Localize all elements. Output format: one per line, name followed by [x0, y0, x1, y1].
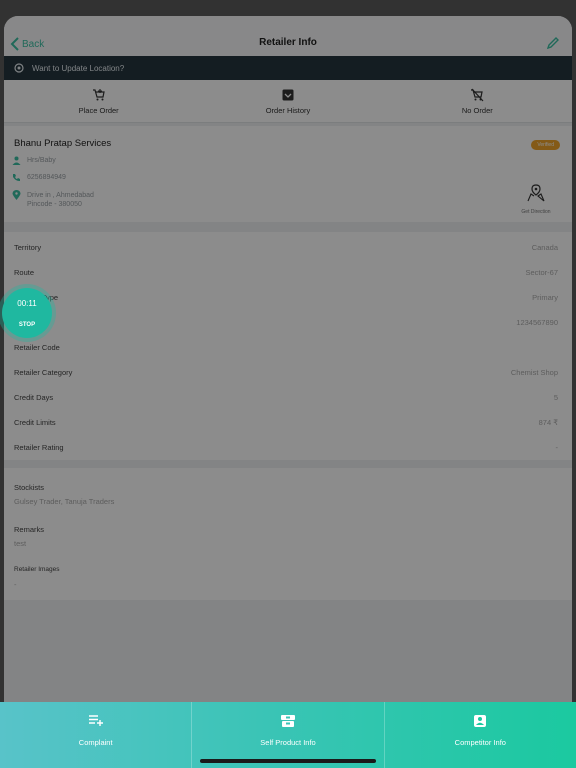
detail-row: Retailer Code [4, 335, 572, 360]
detail-value: Primary [532, 293, 558, 302]
detail-key: Territory [14, 243, 42, 252]
no-order-button[interactable]: No Order [383, 80, 572, 122]
timer-time: 00:11 [17, 299, 37, 308]
complaint-label: Complaint [78, 738, 113, 747]
contact-person: Hrs/Baby [27, 157, 56, 164]
update-location-bar[interactable]: Want to Update Location? [4, 56, 572, 80]
detail-row: Territory Canada [4, 235, 572, 260]
phone-row[interactable]: 6256894949 [12, 173, 66, 182]
nav-bar: Back Retailer Info [4, 16, 572, 56]
detail-row: Retailer Rating - [4, 435, 572, 460]
order-history-label: Order History [265, 105, 311, 115]
detail-value: Canada [531, 243, 558, 252]
phone-icon [13, 174, 20, 182]
pencil-icon [546, 37, 559, 50]
detail-key: Credit Days [14, 393, 54, 402]
detail-value: 874 ₹ [538, 418, 558, 427]
complaint-button[interactable]: Complaint [0, 702, 193, 768]
order-history-button[interactable]: Order History [193, 80, 382, 122]
page-title: Retailer Info [259, 37, 317, 48]
address-line-1: Drive in , Ahmedabad [27, 191, 94, 199]
detail-key: Credit Limits [14, 418, 56, 427]
detail-value: 5 [553, 393, 558, 402]
order-history-icon [282, 89, 294, 100]
competitor-info-button[interactable]: Competitor Info [385, 702, 576, 768]
stockists-value: Gulsey Trader, Tanuja Traders [14, 497, 115, 506]
complaint-list-icon [88, 715, 103, 726]
map-pin-icon [12, 190, 21, 200]
retailer-name: Bhanu Pratap Services [14, 138, 112, 149]
pincode-row: Pincode - 380050 [27, 201, 82, 208]
edit-button[interactable] [546, 36, 560, 55]
action-row: Place Order Order History No Order [4, 80, 572, 123]
detail-key: Retailer Rating [14, 443, 64, 452]
get-direction-label: Get Direction [521, 209, 551, 215]
competitor-info-label: Competitor Info [454, 738, 506, 747]
location-pin-icon [14, 63, 24, 73]
screen: Back Retailer Info Want to Update Locati… [4, 16, 572, 768]
home-indicator [200, 759, 376, 763]
detail-row: Route Sector-67 [4, 260, 572, 285]
stockists-label: Stockists [14, 483, 45, 492]
detail-value: 1234567890 [516, 318, 558, 327]
extra-info: Stockists Gulsey Trader, Tanuja Traders … [4, 468, 572, 600]
phone-number: 6256894949 [27, 174, 66, 181]
address-line-2: Pincode - 380050 [27, 201, 82, 208]
retailer-card: Bhanu Pratap Services Verified Hrs/Baby … [4, 126, 572, 222]
detail-row: GSTIN1234567890 [4, 310, 572, 335]
self-product-info-label: Self Product Info [260, 738, 316, 747]
detail-key: Retailer Category [14, 368, 73, 377]
detail-value: - [555, 443, 559, 452]
detail-row: Credit Limits 874 ₹ [4, 410, 572, 435]
place-order-label: Place Order [78, 105, 119, 115]
product-box-icon [280, 715, 295, 727]
detail-key: Route [14, 268, 35, 277]
person-icon [12, 156, 21, 165]
details-list: Territory Canada Route Sector-67 Retailer … [4, 232, 572, 460]
get-direction-button[interactable]: Get Direction [512, 184, 560, 215]
contact-person-row: Hrs/Baby [12, 156, 56, 165]
detail-value: Sector-67 [525, 268, 558, 277]
detail-value: Chemist Shop [510, 368, 558, 377]
cart-plus-icon [92, 88, 105, 100]
map-direction-icon [527, 184, 545, 202]
retailer-images-label: Retailer Images [14, 566, 60, 573]
stop-button[interactable]: STOP [2, 322, 52, 328]
address-row: Drive in , Ahmedabad [12, 190, 94, 200]
update-location-text: Want to Update Location? [32, 63, 125, 73]
detail-key: Retailer Code [14, 343, 60, 352]
remarks-value: test [14, 539, 27, 548]
detail-row: Retailer Category Chemist Shop [4, 360, 572, 385]
remarks-label: Remarks [14, 525, 45, 534]
competitor-badge-icon [474, 715, 487, 727]
detail-row: Credit Days 5 [4, 385, 572, 410]
cart-off-icon [471, 88, 484, 101]
detail-row: Retailer TypePrimary [4, 285, 572, 310]
visit-timer[interactable]: 00:11 STOP [2, 288, 52, 338]
place-order-button[interactable]: Place Order [4, 80, 193, 122]
no-order-label: No Order [461, 105, 493, 115]
retailer-images-value: - [14, 580, 17, 589]
status-badge: Verified [531, 140, 560, 150]
